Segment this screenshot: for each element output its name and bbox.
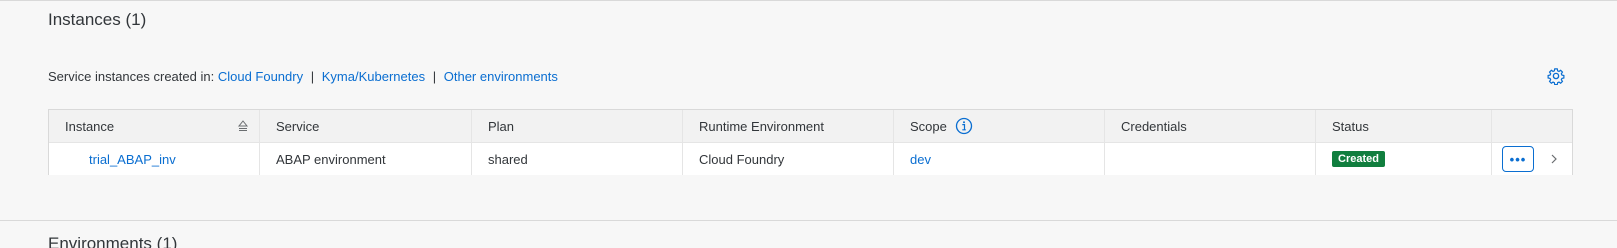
column-header-label: Status (1332, 118, 1369, 134)
cell-instance: trial_ABAP_inv (49, 143, 260, 175)
column-header-service[interactable]: Service (260, 110, 472, 142)
column-header-plan[interactable]: Plan (472, 110, 683, 142)
cell-service: ABAP environment (260, 143, 472, 175)
environments-section-title: Environments (1) (48, 234, 178, 248)
chevron-right-icon[interactable] (1548, 153, 1560, 165)
scope-link[interactable]: dev (910, 152, 931, 167)
column-header-label: Instance (65, 118, 115, 134)
cell-scope: dev (894, 143, 1105, 175)
column-header-label: Credentials (1121, 118, 1187, 134)
more-actions-button[interactable]: ••• (1502, 146, 1534, 172)
column-header-runtime-environment[interactable]: Runtime Environment (683, 110, 894, 142)
gear-icon (1547, 68, 1565, 86)
status-badge: Created (1332, 151, 1385, 167)
column-header-credentials[interactable]: Credentials (1105, 110, 1316, 142)
cell-status: Created (1316, 143, 1492, 175)
created-in-label: Service instances created in: (48, 69, 215, 84)
service-value: ABAP environment (276, 151, 386, 167)
more-icon: ••• (1509, 151, 1527, 167)
column-header-actions (1492, 110, 1572, 142)
cell-plan: shared (472, 143, 683, 175)
sort-ascending-icon[interactable] (237, 120, 249, 132)
cloud-foundry-link[interactable]: Cloud Foundry (218, 69, 303, 84)
section-divider (0, 220, 1617, 221)
separator: | (432, 69, 437, 84)
instance-name-link[interactable]: trial_ABAP_inv (65, 152, 176, 167)
column-header-instance[interactable]: Instance (49, 110, 260, 142)
cell-actions: ••• (1492, 143, 1572, 175)
separator: | (310, 69, 315, 84)
cell-runtime-environment: Cloud Foundry (683, 143, 894, 175)
instances-section-title: Instances (1) (48, 10, 147, 29)
service-instances-filter-bar: Service instances created in: Cloud Foun… (48, 69, 558, 84)
column-header-scope[interactable]: Scope (894, 110, 1105, 142)
table-row[interactable]: trial_ABAP_inv ABAP environment shared C… (49, 143, 1572, 175)
instances-table: Instance Service Plan Runtime Environmen… (48, 109, 1573, 175)
column-header-label: Service (276, 118, 320, 134)
column-header-status[interactable]: Status (1316, 110, 1492, 142)
column-header-label: Scope (910, 118, 947, 134)
runtime-value: Cloud Foundry (699, 151, 785, 167)
table-header-row: Instance Service Plan Runtime Environmen… (49, 110, 1572, 143)
column-header-label: Plan (488, 118, 515, 134)
table-settings-button[interactable] (1547, 67, 1565, 86)
cell-credentials (1105, 143, 1316, 175)
info-icon[interactable] (955, 117, 973, 135)
other-environments-link[interactable]: Other environments (444, 69, 558, 84)
top-border (0, 0, 1617, 1)
column-header-label: Runtime Environment (699, 118, 824, 134)
plan-value: shared (488, 151, 528, 167)
kyma-kubernetes-link[interactable]: Kyma/Kubernetes (322, 69, 425, 84)
